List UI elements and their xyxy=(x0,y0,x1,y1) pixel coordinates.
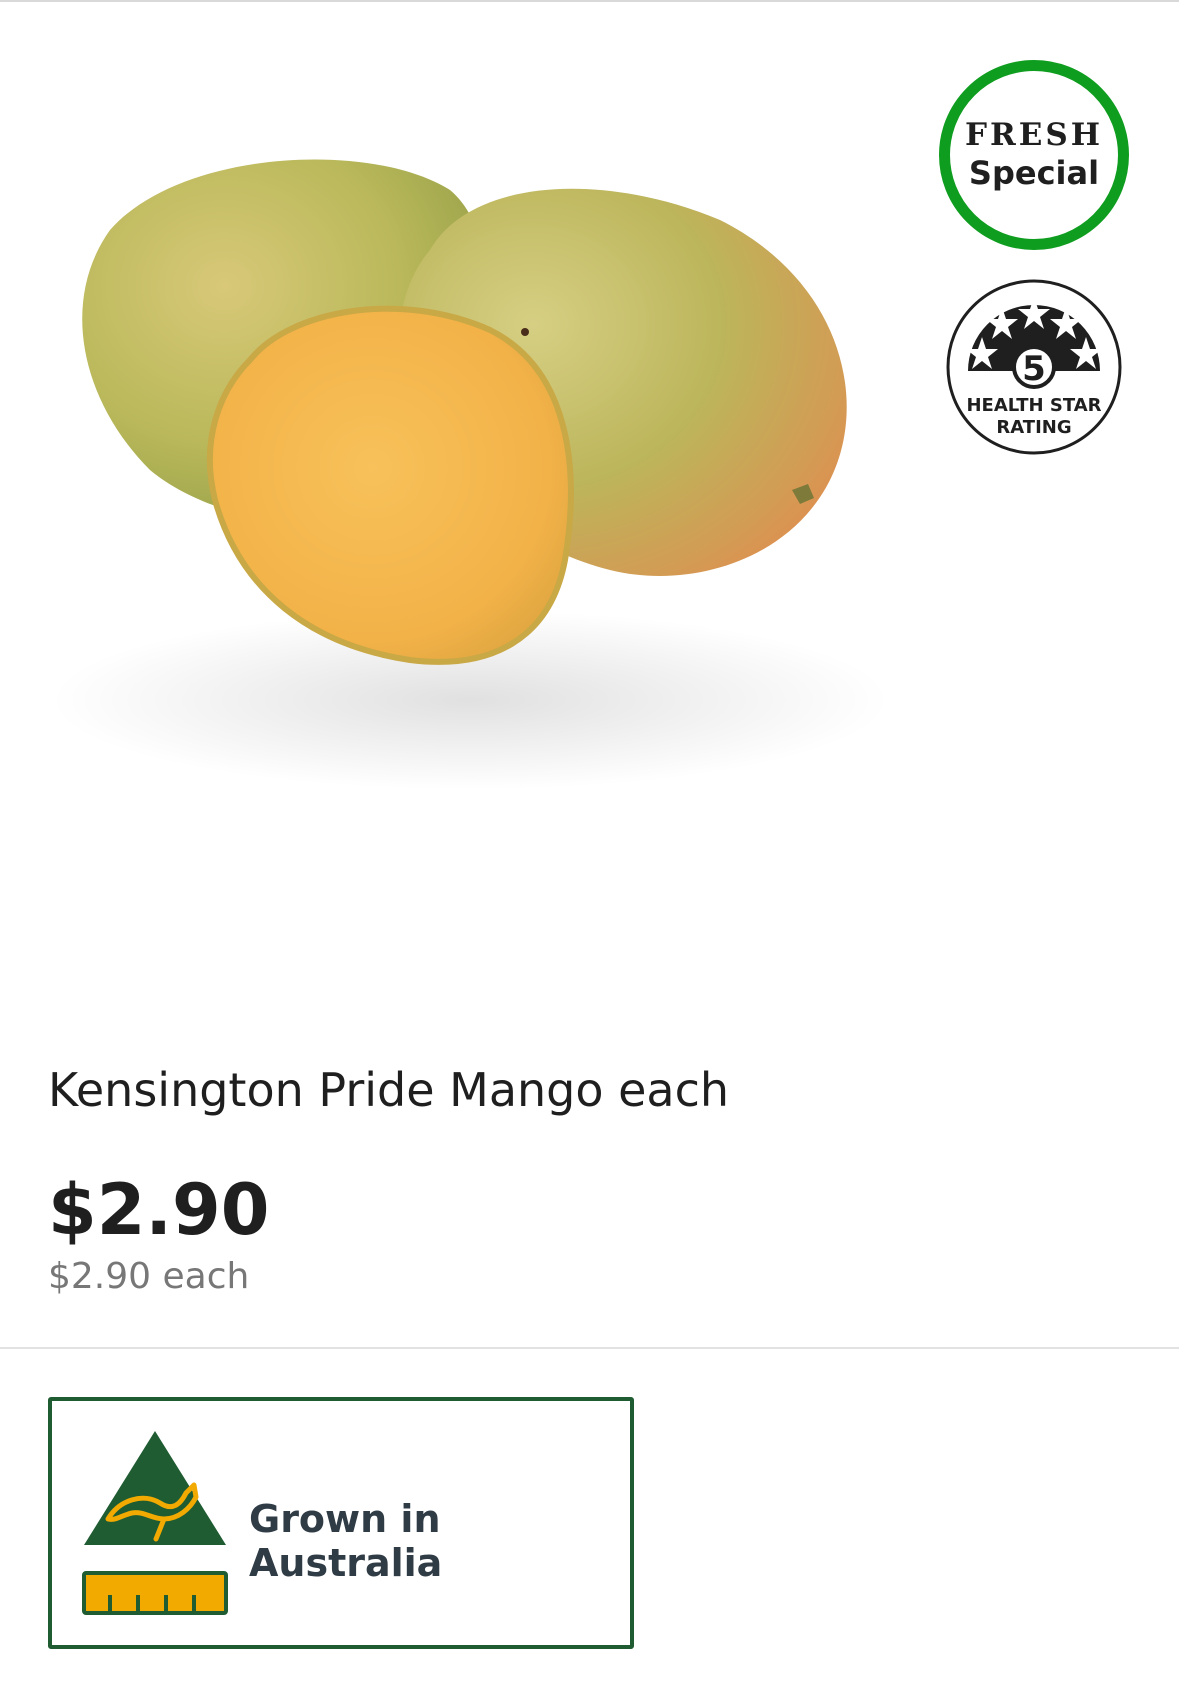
product-title: Kensington Pride Mango each xyxy=(48,1063,730,1117)
fresh-special-badge: FRESH Special xyxy=(939,60,1129,250)
origin-label: Grown in Australia xyxy=(249,1497,443,1585)
product-image xyxy=(50,159,890,790)
health-star-label-1: HEALTH STAR xyxy=(966,395,1101,416)
health-star-value: 5 xyxy=(1022,349,1046,389)
special-label: Special xyxy=(968,154,1100,192)
product-unit-price: $2.90 each xyxy=(48,1256,250,1297)
fresh-label: FRESH xyxy=(964,117,1104,153)
country-of-origin-card: Grown in Australia xyxy=(48,1397,634,1649)
health-star-rating-badge: 5 HEALTH STAR RATING xyxy=(946,279,1122,455)
kangaroo-triangle-icon xyxy=(82,1431,228,1615)
health-star-label-2: RATING xyxy=(996,417,1071,438)
top-divider xyxy=(0,0,1179,2)
product-price: $2.90 xyxy=(48,1169,270,1251)
section-divider xyxy=(0,1347,1179,1349)
